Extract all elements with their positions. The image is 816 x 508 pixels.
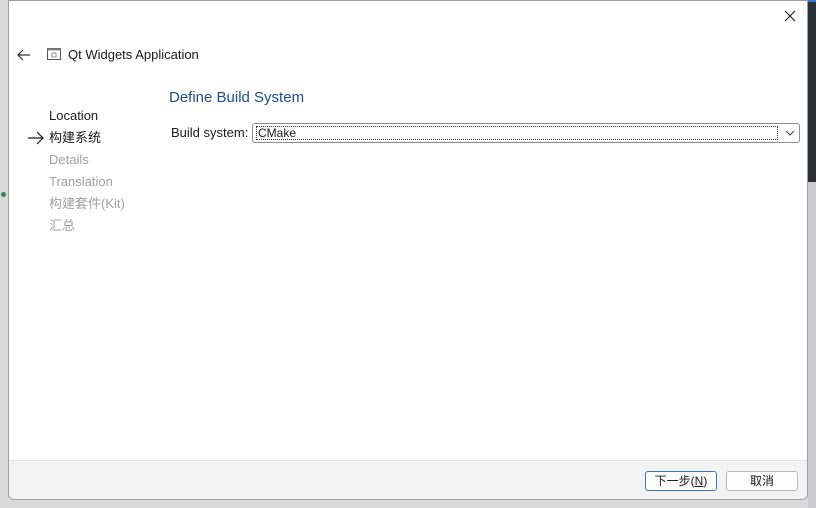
cancel-button[interactable]: 取消 bbox=[726, 471, 798, 491]
window-icon bbox=[47, 48, 61, 60]
back-button[interactable] bbox=[13, 45, 35, 65]
next-button[interactable]: 下一步(N) bbox=[645, 471, 717, 491]
arrow-left-icon bbox=[17, 49, 30, 61]
background-panel bbox=[808, 182, 816, 508]
wizard-steps: Location 构建系统 Details Translation 构建套件(K… bbox=[9, 105, 159, 237]
build-system-value: CMake bbox=[256, 126, 778, 140]
wizard-dialog: Qt Widgets Application Location 构建系统 Det… bbox=[8, 0, 808, 500]
step-translation: Translation bbox=[9, 171, 159, 193]
step-build-system: 构建系统 bbox=[9, 127, 159, 149]
step-label: 汇总 bbox=[49, 218, 76, 233]
current-step-arrow-icon bbox=[28, 131, 44, 145]
close-button[interactable] bbox=[777, 5, 803, 27]
background-status-dot bbox=[1, 192, 6, 197]
step-label: Translation bbox=[49, 174, 113, 189]
wizard-header: Qt Widgets Application bbox=[9, 39, 807, 71]
step-summary: 汇总 bbox=[9, 215, 159, 237]
build-system-label: Build system: bbox=[171, 125, 249, 140]
step-kits: 构建套件(Kit) bbox=[9, 193, 159, 215]
title-bar bbox=[9, 1, 807, 33]
close-icon bbox=[784, 10, 796, 22]
background-accent-line bbox=[808, 0, 816, 2]
step-label: 构建系统 bbox=[49, 130, 102, 145]
build-system-select[interactable]: CMake bbox=[252, 123, 800, 143]
next-button-prefix: 下一步( bbox=[654, 474, 695, 488]
step-label: 构建套件(Kit) bbox=[49, 196, 125, 211]
step-label: Location bbox=[49, 108, 99, 123]
next-button-suffix: ) bbox=[703, 474, 708, 488]
wizard-footer: 下一步(N) 取消 bbox=[9, 460, 807, 499]
background-window-edge bbox=[808, 0, 816, 508]
wizard-title: Qt Widgets Application bbox=[68, 47, 199, 62]
step-label: Details bbox=[49, 152, 89, 167]
page-title: Define Build System bbox=[169, 89, 305, 106]
step-location: Location bbox=[9, 105, 159, 127]
step-details: Details bbox=[9, 149, 159, 171]
chevron-down-icon bbox=[785, 130, 795, 136]
